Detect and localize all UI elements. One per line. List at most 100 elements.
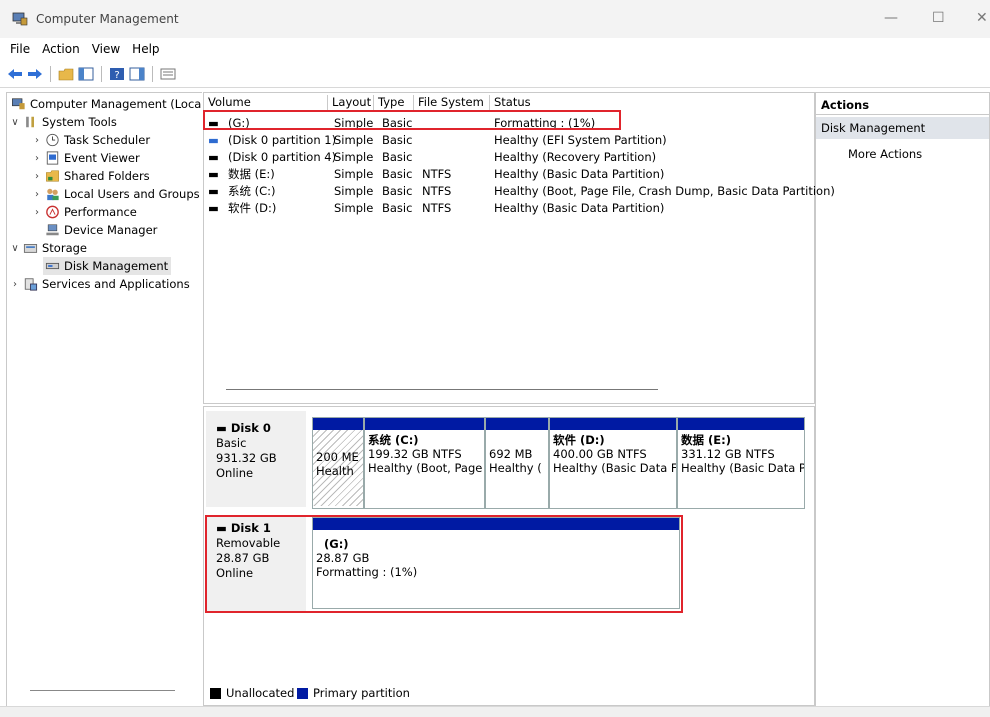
partition-e[interactable]: 数据 (E:) 331.12 GB NTFS Healthy (Basic Da… [677, 417, 805, 509]
actions-header: Actions [816, 95, 989, 115]
disk-size: 931.32 GB [216, 451, 277, 465]
tree-item-task-scheduler[interactable]: › Task Scheduler [31, 131, 150, 149]
chevron-right-icon[interactable]: › [31, 189, 43, 200]
partition-text: 数据 (E:) 331.12 GB NTFS Healthy (Basic Da… [678, 430, 804, 478]
partition-name: 软件 (D:) [553, 433, 605, 447]
highlight-disk1 [205, 515, 683, 613]
partition-size: 400.00 GB NTFS [553, 447, 647, 461]
cell-type: Basic [382, 183, 413, 198]
tree-item-disk-management[interactable]: Disk Management [43, 257, 172, 275]
help-icon[interactable]: ? [108, 66, 126, 82]
event-log-icon [46, 151, 59, 165]
tree-item-local-users[interactable]: › Local Users and Groups [31, 185, 200, 203]
partition-bar [365, 418, 484, 430]
partition-d[interactable]: 软件 (D:) 400.00 GB NTFS Healthy (Basic Da… [549, 417, 677, 509]
disk0-label[interactable]: ▬ Disk 0 Basic 931.32 GB Online [206, 411, 306, 507]
tree-label: Local Users and Groups [64, 187, 200, 201]
menu-bar: File Action View Help [0, 38, 990, 60]
cell-status: Healthy (Basic Data Partition) [494, 200, 665, 215]
minimize-button[interactable]: — [884, 10, 898, 26]
chevron-right-icon[interactable]: › [31, 207, 43, 218]
tree-label: Computer Management (Local [30, 97, 202, 111]
cell-file-system: NTFS [422, 183, 452, 198]
volume-list-scrollbar[interactable] [226, 389, 658, 390]
tree-scrollbar[interactable] [30, 690, 175, 691]
tree-label: System Tools [42, 115, 117, 129]
chevron-down-icon[interactable]: ∨ [9, 117, 21, 128]
menu-view[interactable]: View [92, 42, 120, 56]
toolbar-separator [50, 65, 51, 82]
tools-icon [26, 116, 34, 128]
cell-layout: Simple [334, 149, 374, 164]
chevron-right-icon[interactable]: › [31, 153, 43, 164]
chevron-right-icon[interactable]: › [31, 135, 43, 146]
chevron-right-icon[interactable]: › [9, 279, 21, 290]
close-button[interactable]: ✕ [976, 10, 988, 26]
tree-item-services[interactable]: › Services and Applications [9, 275, 190, 293]
chevron-right-icon[interactable]: › [31, 171, 43, 182]
show-action-pane-icon[interactable] [128, 66, 146, 82]
tree-label: Event Viewer [64, 151, 140, 165]
more-actions-link[interactable]: More Actions [848, 147, 922, 161]
column-header-layout[interactable]: Layout [328, 95, 374, 111]
cell-volume: 系统 (C:) [228, 183, 276, 198]
cell-status: Healthy (Boot, Page File, Crash Dump, Ba… [494, 183, 835, 198]
cell-status: Healthy (Recovery Partition) [494, 149, 657, 164]
cell-type: Basic [382, 200, 413, 215]
forward-arrow-icon[interactable] [26, 66, 44, 82]
partition-recovery[interactable]: 692 MB Healthy ( [485, 417, 549, 509]
tree-item-shared-folders[interactable]: › Shared Folders [31, 167, 150, 185]
highlight-g-row [203, 110, 621, 130]
clock-icon [46, 133, 59, 147]
disk-management-icon [45, 262, 60, 270]
toolbar-separator [101, 65, 102, 82]
drive-icon: ▬ [208, 166, 219, 181]
back-arrow-icon[interactable] [6, 66, 24, 82]
tree-item-system-tools[interactable]: ∨ System Tools [9, 113, 117, 131]
tree-item-storage[interactable]: ∨ Storage [9, 239, 87, 257]
disk-name: Disk 0 [230, 421, 271, 435]
chevron-down-icon[interactable]: ∨ [9, 243, 21, 254]
tree-item-event-viewer[interactable]: › Event Viewer [31, 149, 140, 167]
users-icon [47, 188, 59, 201]
drive-icon: ▬ [208, 183, 219, 198]
tree-item-device-manager[interactable]: Device Manager [43, 221, 157, 239]
actions-pane: Actions Disk Management More Actions [815, 92, 990, 707]
partition-efi[interactable]: 200 ME Health [312, 417, 364, 509]
column-header-file-system[interactable]: File System [414, 95, 490, 111]
maximize-button[interactable]: ☐ [932, 10, 945, 26]
partition-text: 软件 (D:) 400.00 GB NTFS Healthy (Basic Da… [550, 430, 676, 478]
partition-bar [678, 418, 804, 430]
legend-swatch [210, 687, 221, 699]
tree-item-root[interactable]: Computer Management (Local [9, 95, 202, 113]
menu-help[interactable]: Help [132, 42, 159, 56]
tree-item-performance[interactable]: › Performance [31, 203, 137, 221]
column-header-status[interactable]: Status [490, 95, 814, 111]
show-hide-tree-icon[interactable] [77, 66, 95, 82]
drive-icon: ▬ [208, 200, 219, 215]
up-folder-icon[interactable] [57, 66, 75, 82]
menu-file[interactable]: File [10, 42, 30, 56]
properties-icon[interactable] [159, 66, 177, 82]
actions-section-disk-management[interactable]: Disk Management [816, 117, 989, 139]
cell-file-system: NTFS [422, 200, 452, 215]
disk-status: Online [216, 466, 254, 480]
column-header-type[interactable]: Type [374, 95, 414, 111]
device-manager-icon [46, 224, 59, 236]
toolbar: ? [0, 60, 990, 88]
menu-action[interactable]: Action [42, 42, 80, 56]
partition-status: Healthy (Basic Data P [681, 461, 804, 475]
cell-type: Basic [382, 132, 413, 147]
partition-text: 692 MB Healthy ( [486, 430, 548, 478]
partition-name: 数据 (E:) [681, 433, 731, 447]
volume-list: Volume Layout Type File System Status ▬ … [203, 92, 835, 404]
tree-label: Storage [42, 241, 87, 255]
legend-swatch [297, 687, 308, 699]
tree-label: Performance [64, 205, 137, 219]
partition-text: 200 ME Health [313, 430, 363, 506]
disk-icon: ▬ [216, 421, 231, 435]
tree-label: Disk Management [64, 259, 169, 273]
partition-size: 692 MB [489, 447, 533, 461]
partition-c[interactable]: 系统 (C:) 199.32 GB NTFS Healthy (Boot, Pa… [364, 417, 485, 509]
column-header-volume[interactable]: Volume [204, 95, 328, 111]
